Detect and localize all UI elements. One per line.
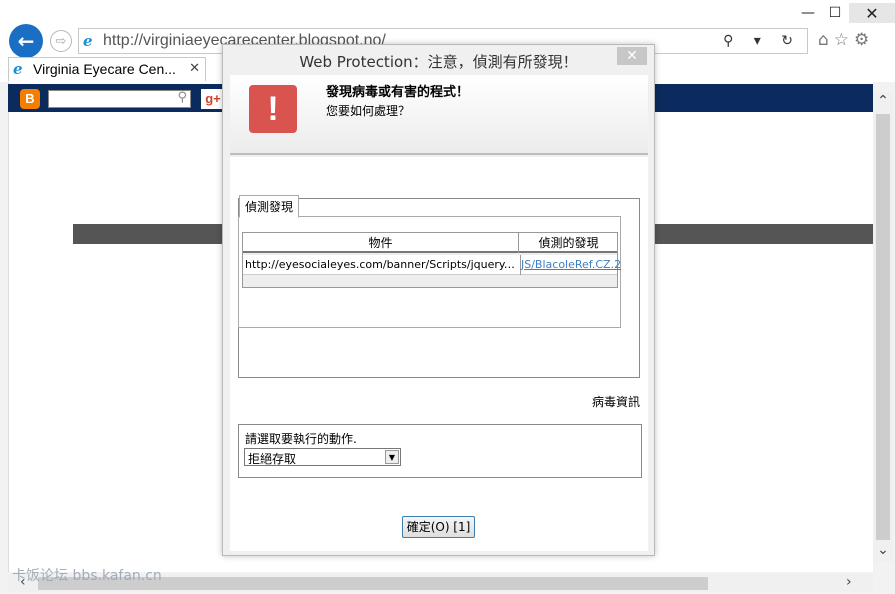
action-label: 請選取要執行的動作.: [245, 432, 357, 446]
dialog-titlebar: Web Protection：注意，偵測有所發現！ ✕: [223, 45, 654, 75]
scroll-up-icon[interactable]: ⌃: [873, 93, 893, 111]
blogger-logo-icon[interactable]: B: [20, 89, 40, 109]
alert-heading: 發現病毒或有害的程式！: [326, 85, 470, 100]
detections-table: 物件 偵測的發現 http://eyesocialeyes.com/banner…: [242, 232, 621, 288]
alert-icon: !: [249, 85, 297, 133]
blog-search-input[interactable]: ⚲: [48, 90, 191, 108]
virus-info-link[interactable]: 病毒資訊: [592, 393, 640, 410]
action-select[interactable]: 拒絕存取 ▼: [244, 448, 401, 466]
dialog-title: Web Protection：注意，偵測有所發現！: [299, 53, 578, 71]
dialog-body: 偵測發現 物件 偵測的發現 http://eyesocialeyes.com/b…: [230, 157, 648, 551]
table-header: 物件 偵測的發現: [243, 233, 617, 253]
forward-button[interactable]: ⇨: [50, 30, 72, 52]
watermark: 卡饭论坛 bbs.kafan.cn: [12, 568, 162, 584]
forward-arrow-icon: ⇨: [55, 33, 67, 49]
tab-title: Virginia Eyecare Cen...: [33, 61, 176, 77]
ok-button[interactable]: 確定(O) [1]: [402, 516, 475, 538]
cell-found-link[interactable]: JS/BlacoleRef.CZ.2: [520, 255, 621, 275]
back-arrow-icon: ←: [17, 29, 35, 53]
tab-detections[interactable]: 偵測發現: [239, 195, 300, 218]
action-selected-value: 拒絕存取: [248, 452, 297, 466]
maximize-button[interactable]: ☐: [822, 3, 848, 23]
minimize-button[interactable]: —: [795, 3, 821, 23]
scroll-down-icon[interactable]: ⌄: [873, 542, 893, 560]
ie-favicon-icon: e: [83, 32, 93, 50]
column-header-object[interactable]: 物件: [243, 233, 519, 253]
dialog-header: ! 發現病毒或有害的程式！ 您要如何處理？: [230, 75, 648, 155]
search-refresh-icons[interactable]: ⚲ ▾ ↻: [723, 33, 801, 49]
home-favorites-settings-icons[interactable]: ⌂☆⚙: [818, 30, 874, 50]
cell-object: http://eyesocialeyes.com/banner/Scripts/…: [245, 258, 517, 271]
column-header-found[interactable]: 偵測的發現: [520, 233, 617, 253]
detections-panel: 物件 偵測的發現 http://eyesocialeyes.com/banner…: [238, 216, 621, 328]
browser-tab[interactable]: e Virginia Eyecare Cen... ✕: [8, 57, 206, 81]
alert-subheading: 您要如何處理？: [326, 104, 411, 118]
chevron-down-icon[interactable]: ▼: [385, 450, 399, 464]
ie-favicon-icon: e: [13, 60, 23, 78]
action-group: 請選取要執行的動作. 拒絕存取 ▼: [238, 424, 642, 478]
scroll-right-icon[interactable]: ›: [846, 574, 852, 590]
table-row[interactable]: http://eyesocialeyes.com/banner/Scripts/…: [243, 255, 621, 275]
back-button[interactable]: ←: [9, 24, 43, 58]
dialog-close-button[interactable]: ✕: [617, 47, 647, 65]
vertical-scroll-thumb[interactable]: [876, 114, 890, 540]
search-icon[interactable]: ⚲: [177, 90, 187, 105]
tab-close-icon[interactable]: ✕: [189, 61, 200, 76]
web-protection-dialog: Web Protection：注意，偵測有所發現！ ✕ ! 發現病毒或有害的程式…: [222, 44, 655, 556]
close-window-button[interactable]: ✕: [849, 3, 895, 23]
